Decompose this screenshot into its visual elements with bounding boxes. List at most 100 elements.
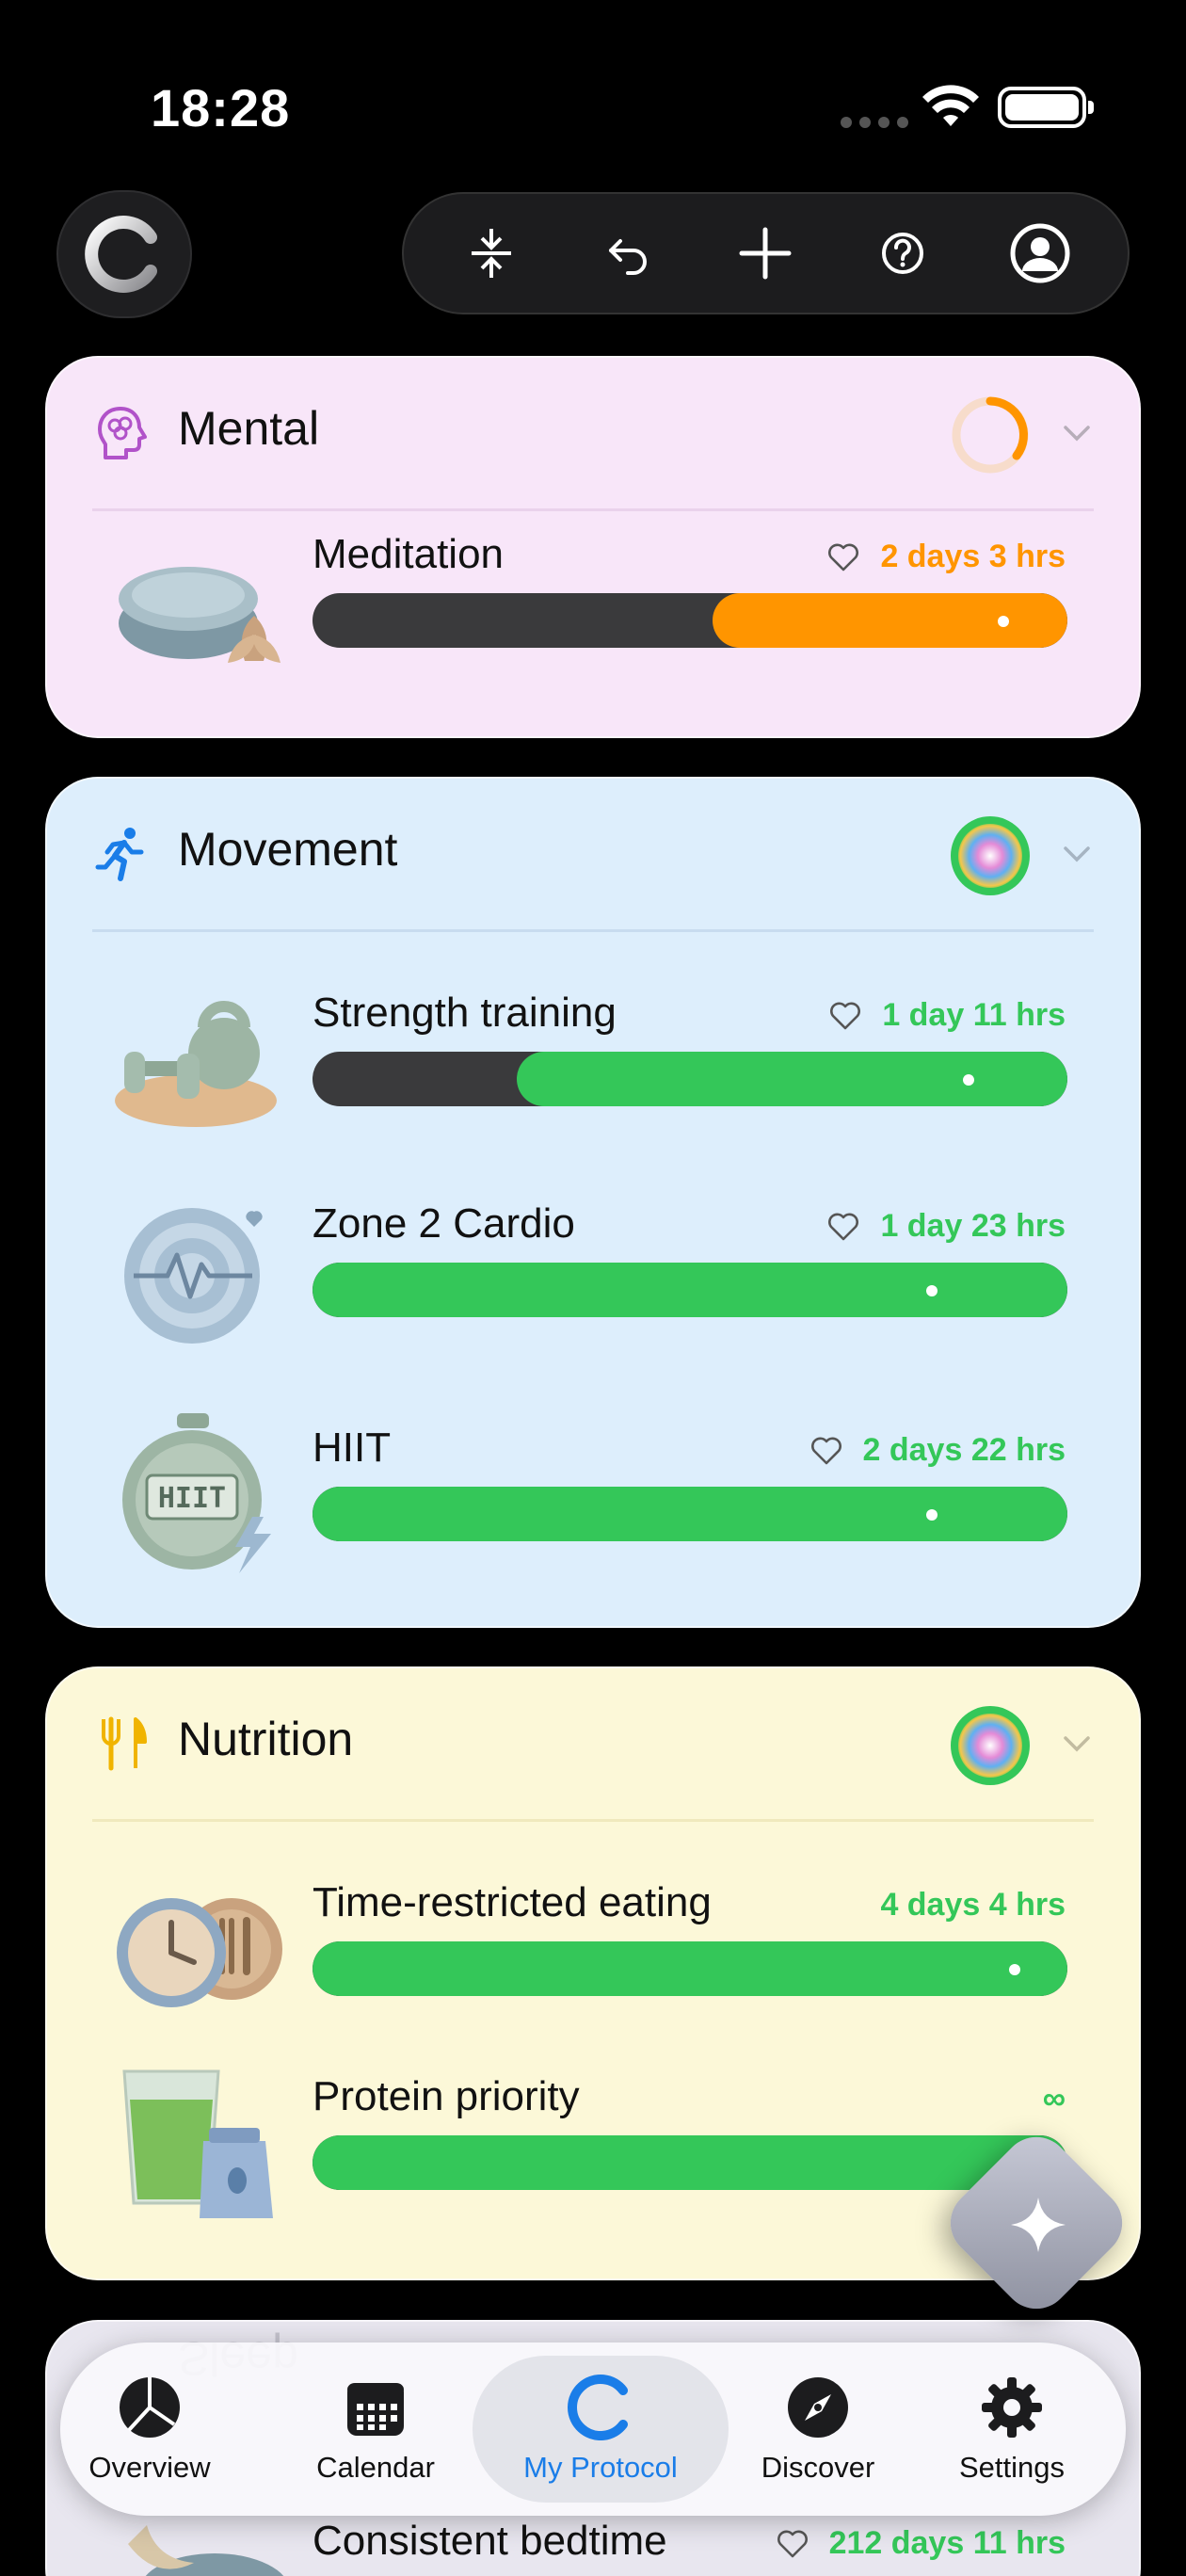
profile-button[interactable]	[993, 206, 1087, 300]
streak-text: 1 day 11 hrs	[882, 997, 1066, 1033]
tab-my-protocol[interactable]: My Protocol	[473, 2356, 729, 2503]
habit-name: Zone 2 Cardio	[313, 1200, 575, 1247]
category-title: Nutrition	[178, 1713, 354, 1765]
protocol-logo-icon	[568, 2375, 628, 2440]
plus-icon	[739, 227, 792, 280]
pie-chart-icon	[120, 2377, 180, 2438]
stopwatch-image: HIIT	[122, 1413, 271, 1573]
sparkle-icon	[1011, 2198, 1066, 2252]
habit-streak: 1 day 23 hrs	[827, 1208, 1066, 1245]
mental-header[interactable]: Mental	[47, 358, 1139, 511]
sleep-moon-image	[128, 2525, 284, 2576]
heart-icon[interactable]	[810, 1436, 842, 1466]
habit-name: Time-restricted eating	[313, 1879, 712, 1925]
habit-name: Protein priority	[313, 2073, 580, 2119]
gear-icon	[982, 2377, 1042, 2438]
app-logo-button[interactable]	[56, 190, 192, 318]
meditation-cushion-image	[119, 567, 280, 663]
add-button[interactable]	[718, 206, 812, 300]
progress-fill	[313, 1263, 1067, 1317]
movement-card: Movement Strength training 1 day 11 hrs	[45, 777, 1141, 1628]
progress-handle[interactable]	[926, 1509, 938, 1521]
habit-streak: 2 days 22 hrs	[810, 1432, 1066, 1469]
heart-icon[interactable]	[777, 2529, 809, 2559]
progress-handle[interactable]	[926, 1285, 938, 1296]
heart-icon[interactable]	[827, 1212, 859, 1242]
divider	[92, 1819, 1094, 1822]
chevron-down-icon[interactable]	[1058, 835, 1096, 873]
category-title: Movement	[178, 823, 398, 876]
habit-row-strength[interactable]: Strength training 1 day 11 hrs	[47, 978, 1139, 1167]
protein-shake-image	[122, 2069, 273, 2218]
kettlebell-dumbbell-image	[115, 1001, 277, 1127]
clock-plate-image	[117, 1898, 282, 2007]
streak-text: 2 days 22 hrs	[862, 1432, 1066, 1468]
undo-button[interactable]	[582, 206, 676, 300]
mental-card: Mental Meditation 2 days 3 hrs	[45, 356, 1141, 738]
app-logo-icon	[85, 216, 157, 293]
progress-handle[interactable]	[963, 1074, 974, 1086]
svg-text:HIIT: HIIT	[158, 1482, 226, 1515]
streak-text: ∞	[1042, 2081, 1066, 2117]
nutrition-header[interactable]: Nutrition	[47, 1668, 1139, 1822]
progress-bar[interactable]	[313, 1487, 1067, 1541]
progress-fill	[313, 1487, 1067, 1541]
cellular-signal-icon	[841, 117, 908, 128]
progress-fill	[313, 1941, 1067, 1996]
progress-handle[interactable]	[998, 616, 1009, 627]
progress-bar[interactable]	[313, 1941, 1067, 1996]
tab-overview[interactable]: Overview	[79, 2343, 220, 2516]
habit-streak: 4 days 4 hrs	[880, 1887, 1066, 1924]
divider	[92, 508, 1094, 511]
streak-text: 4 days 4 hrs	[880, 1887, 1066, 1923]
completion-orb-icon	[951, 1706, 1030, 1785]
collapse-icon	[471, 229, 511, 278]
progress-handle[interactable]	[1009, 1964, 1020, 1975]
habit-streak: ∞	[1043, 2081, 1066, 2117]
bottom-tab-bar: Overview Calendar My Protocol Discover S…	[60, 2343, 1126, 2516]
chevron-down-icon[interactable]	[1058, 414, 1096, 452]
progress-bar[interactable]	[313, 593, 1067, 648]
status-bar: 18:28	[0, 0, 1186, 188]
help-icon	[882, 233, 924, 274]
streak-text: 2 days 3 hrs	[880, 539, 1066, 574]
progress-fill	[713, 593, 1067, 648]
habit-name: Strength training	[313, 990, 617, 1036]
progress-fill	[517, 1052, 1067, 1106]
habit-row-meditation[interactable]: Meditation 2 days 3 hrs	[47, 520, 1139, 708]
habit-row-zone2[interactable]: Zone 2 Cardio 1 day 23 hrs	[47, 1189, 1139, 1377]
habit-row-hiit[interactable]: HIIT HIIT 2 days 22 hrs	[47, 1413, 1139, 1602]
habit-row-time-restricted-eating[interactable]: Time-restricted eating 4 days 4 hrs	[47, 1868, 1139, 2056]
habit-streak: 2 days 3 hrs	[827, 539, 1066, 575]
undo-icon	[608, 239, 647, 275]
heart-rate-target-image	[124, 1208, 263, 1344]
category-title: Mental	[178, 402, 320, 455]
progress-bar[interactable]	[313, 1052, 1067, 1106]
completion-orb-icon	[951, 816, 1030, 895]
progress-bar[interactable]	[313, 1263, 1067, 1317]
tab-discover[interactable]: Discover	[747, 2343, 889, 2516]
tab-settings[interactable]: Settings	[941, 2343, 1082, 2516]
chevron-down-icon[interactable]	[1058, 1725, 1096, 1763]
top-toolbar	[402, 192, 1130, 314]
compass-icon	[788, 2377, 848, 2438]
progress-fill	[313, 2135, 1067, 2190]
profile-icon	[1010, 223, 1070, 283]
heart-icon[interactable]	[829, 1001, 861, 1031]
clock: 18:28	[151, 78, 291, 137]
calendar-icon	[347, 2383, 404, 2436]
wifi-icon	[922, 85, 979, 126]
tab-label: Discover	[761, 2451, 875, 2484]
movement-header[interactable]: Movement	[47, 779, 1139, 932]
collapse-button[interactable]	[444, 206, 538, 300]
progress-bar[interactable]	[313, 2135, 1067, 2190]
brain-head-icon	[98, 407, 147, 459]
tab-calendar[interactable]: Calendar	[305, 2343, 446, 2516]
running-person-icon	[95, 828, 144, 881]
divider	[92, 929, 1094, 932]
help-button[interactable]	[856, 206, 950, 300]
progress-ring-icon	[952, 396, 1029, 474]
streak-text: 212 days 11 hrs	[828, 2525, 1066, 2561]
heart-icon[interactable]	[827, 542, 859, 572]
fork-knife-icon	[102, 1716, 147, 1771]
